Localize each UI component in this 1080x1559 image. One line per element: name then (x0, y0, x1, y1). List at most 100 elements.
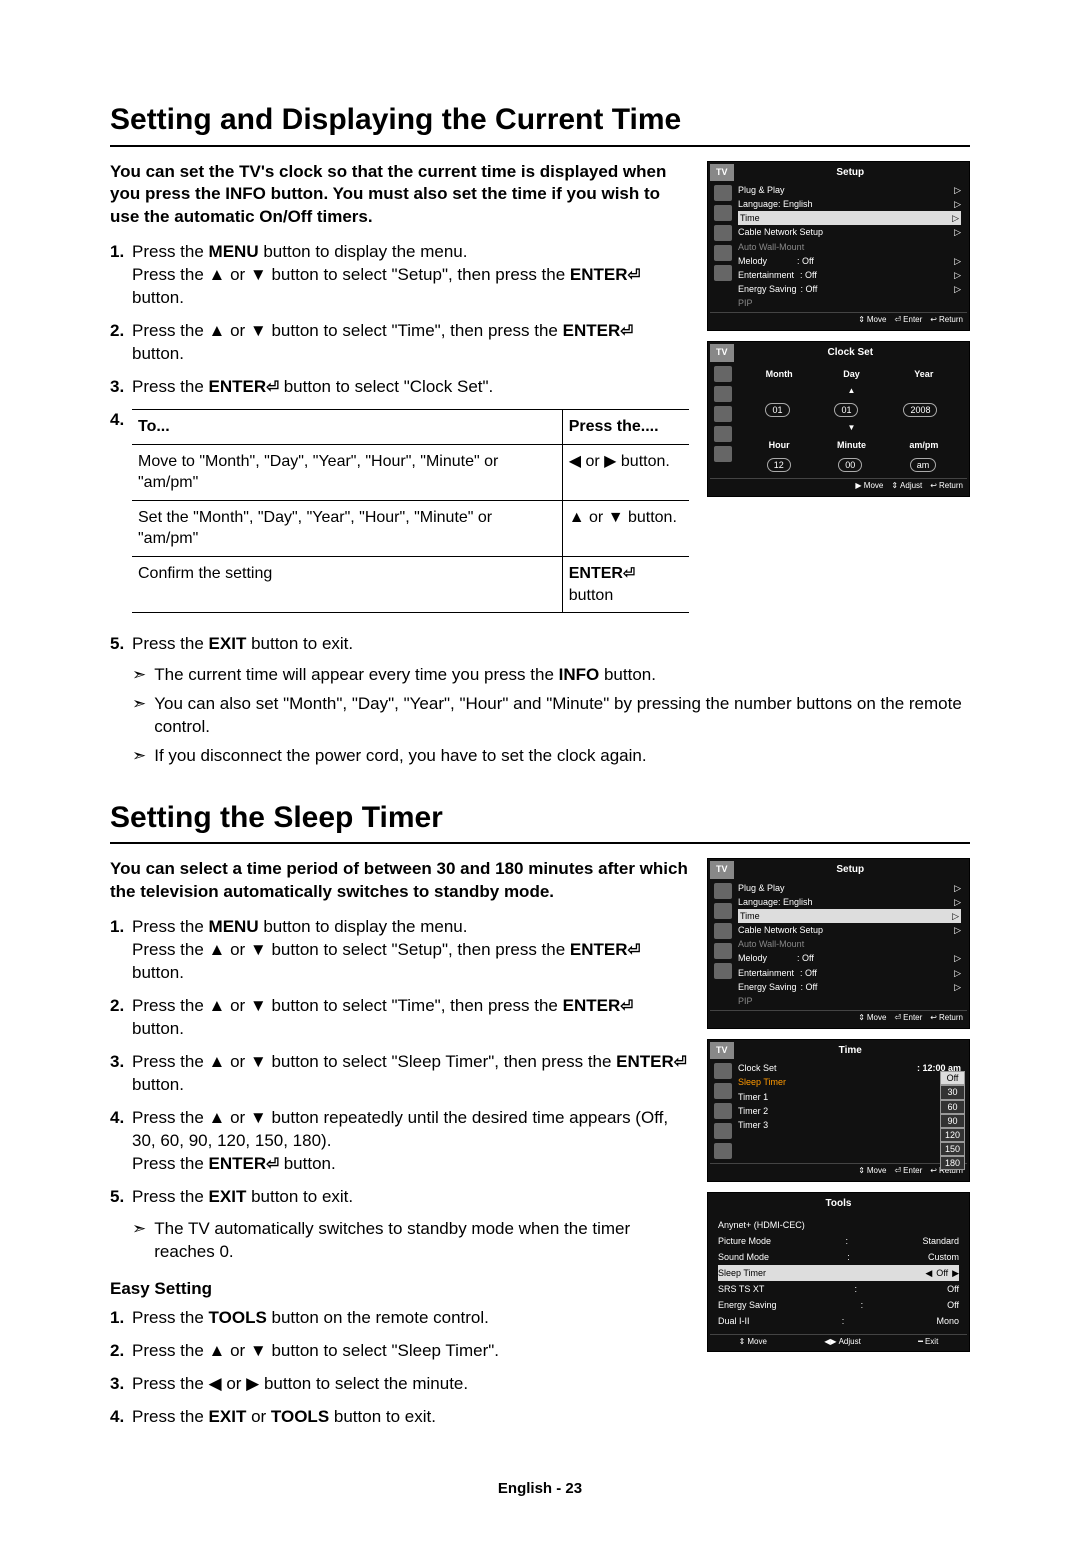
sleep-option[interactable]: Off (940, 1071, 965, 1085)
lbl-minute: Minute (818, 439, 884, 451)
osd-item-selected[interactable]: Time (740, 212, 760, 224)
easy2: Press the ▲ or ▼ button to select "Sleep… (132, 1341, 499, 1360)
osd-item-selected[interactable]: Time (740, 910, 760, 922)
arrow-down-icon[interactable]: ▼ (746, 423, 957, 434)
s2-step3: Press the ▲ or ▼ button to select "Sleep… (132, 1052, 687, 1094)
osd-item[interactable]: Entertainment: Off (738, 967, 817, 979)
menu-icon (714, 1083, 732, 1099)
chevron-right-icon: ▷ (954, 952, 961, 964)
menu-icon (714, 406, 732, 422)
osd-setup-menu: TVSetup Plug & Play▷ Language: English▷ … (707, 161, 970, 332)
osd-item[interactable]: Plug & Play (738, 184, 785, 196)
arrow-right-icon[interactable]: ▶ (952, 1267, 959, 1279)
th-to: To... (132, 409, 562, 444)
tools-item[interactable]: Sound Mode (718, 1251, 769, 1263)
sleep-option[interactable]: 60 (940, 1100, 965, 1114)
sleep-option[interactable]: 120 (940, 1128, 965, 1142)
sleep-option[interactable]: 180 (940, 1156, 965, 1170)
footer-move: Move (858, 315, 886, 326)
val-ampm[interactable]: am (910, 458, 937, 472)
tools-item[interactable]: SRS TS XT (718, 1283, 764, 1295)
footer-return: Return (930, 1013, 963, 1024)
osd-item[interactable]: Clock Set (738, 1062, 777, 1074)
val-minute[interactable]: 00 (838, 458, 862, 472)
osd-item[interactable]: Cable Network Setup (738, 226, 823, 238)
lbl-year: Year (891, 368, 957, 380)
osd-item-disabled: PIP (738, 297, 753, 309)
chevron-right-icon: ▷ (954, 184, 961, 196)
r3c1: Confirm the setting (132, 556, 562, 612)
easy4: Press the EXIT or TOOLS button to exit. (132, 1407, 436, 1426)
note-icon (132, 693, 146, 739)
chevron-right-icon: ▷ (952, 910, 959, 922)
chevron-right-icon: ▷ (954, 255, 961, 267)
osd1-title: Setup (734, 164, 967, 182)
lbl-month: Month (746, 368, 812, 380)
osd-item[interactable]: Melody: Off (738, 952, 814, 964)
section2-title: Setting the Sleep Timer (110, 798, 970, 845)
chevron-right-icon: ▷ (954, 882, 961, 894)
osd-clock-set: TVClock Set Month Day Year ▲ (707, 341, 970, 496)
menu-icon (714, 245, 732, 261)
arrow-up-icon[interactable]: ▲ (746, 386, 957, 397)
menu-icon (714, 265, 732, 281)
osd-item[interactable]: Entertainment: Off (738, 269, 817, 281)
easy1: Press the TOOLS button on the remote con… (132, 1308, 489, 1327)
menu-icon (714, 1063, 732, 1079)
osd-item[interactable]: Energy Saving: Off (738, 981, 817, 993)
tools-item[interactable]: Picture Mode (718, 1235, 771, 1247)
section1-right: TVSetup Plug & Play▷ Language: English▷ … (707, 161, 970, 624)
tools-value: Mono (936, 1315, 959, 1327)
osd-item[interactable]: Cable Network Setup (738, 924, 823, 936)
val-hour[interactable]: 12 (767, 458, 791, 472)
s1-step2: Press the ▲ or ▼ button to select "Time"… (132, 321, 633, 363)
tools-item[interactable]: Anynet+ (HDMI-CEC) (718, 1219, 805, 1231)
osd-item[interactable]: Melody: Off (738, 255, 814, 267)
arrow-left-icon[interactable]: ◀ (925, 1267, 932, 1279)
osd-item[interactable]: Language: English (738, 198, 813, 210)
footer-exit: Exit (918, 1337, 938, 1348)
note2: You can also set "Month", "Day", "Year",… (154, 693, 970, 739)
menu-icon (714, 943, 732, 959)
val-day[interactable]: 01 (834, 403, 858, 417)
chevron-right-icon: ▷ (954, 924, 961, 936)
osd-item[interactable]: Timer 2 (738, 1105, 768, 1117)
note-icon (132, 1218, 146, 1264)
osd-item[interactable]: Timer 1 (738, 1091, 768, 1103)
tools-item[interactable]: Dual I-II (718, 1315, 750, 1327)
sleep-option[interactable]: 150 (940, 1142, 965, 1156)
s2-step1-line2: Press the ▲ or ▼ button to select "Setup… (132, 940, 640, 982)
osd-item[interactable]: Energy Saving: Off (738, 283, 817, 295)
osd-time-menu: TVTime Clock Set: 12:00 am Sleep Timer T… (707, 1039, 970, 1182)
chevron-right-icon: ▷ (954, 896, 961, 908)
val-month[interactable]: 01 (765, 403, 789, 417)
s1-step1-line2: Press the ▲ or ▼ button to select "Setup… (132, 265, 640, 307)
s1-step1-line1: Press the MENU button to display the men… (132, 242, 467, 261)
osd3-title: Time (734, 1042, 967, 1060)
footer-enter: Enter (894, 1166, 922, 1177)
easy-setting-heading: Easy Setting (110, 1278, 689, 1301)
menu-icon (714, 963, 732, 979)
osd-item[interactable]: Plug & Play (738, 882, 785, 894)
section1-intro: You can set the TV's clock so that the c… (110, 161, 689, 230)
section2-steps: 1. Press the MENU button to display the … (110, 916, 689, 1208)
val-year[interactable]: 2008 (903, 403, 937, 417)
osd-item[interactable]: Language: English (738, 896, 813, 908)
osd3-tv: TV (710, 1042, 734, 1060)
sleep-option[interactable]: 30 (940, 1085, 965, 1099)
s2-step2: Press the ▲ or ▼ button to select "Time"… (132, 996, 633, 1038)
r1c1: Move to "Month", "Day", "Year", "Hour", … (132, 444, 562, 500)
tools-item-selected[interactable]: Sleep Timer (718, 1267, 921, 1279)
tools-value: Off (947, 1299, 959, 1311)
note3: If you disconnect the power cord, you ha… (154, 745, 646, 768)
s2-step4: Press the ▲ or ▼ button repeatedly until… (132, 1108, 668, 1173)
s1-step3: Press the ENTER button to select "Clock … (132, 377, 493, 396)
tools-item[interactable]: Energy Saving (718, 1299, 777, 1311)
osd-item-selected[interactable]: Sleep Timer (738, 1076, 786, 1088)
r2c2: ▲ or ▼ button. (562, 500, 689, 556)
footer-adjust: Adjust (824, 1337, 861, 1348)
sleep-option[interactable]: 90 (940, 1114, 965, 1128)
osd-item[interactable]: Timer 3 (738, 1119, 768, 1131)
menu-icon (714, 1103, 732, 1119)
osd-item-disabled: Auto Wall-Mount (738, 241, 804, 253)
